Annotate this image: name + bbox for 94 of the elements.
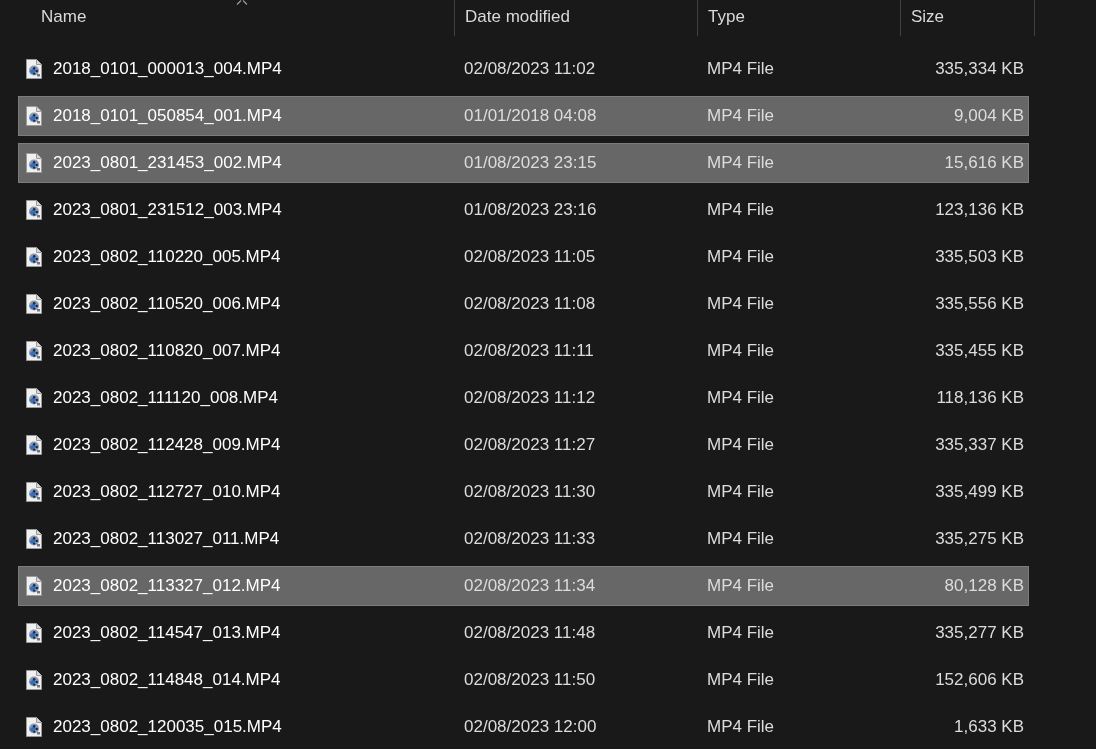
file-type: MP4 File: [707, 58, 775, 80]
date-modified: 02/08/2023 11:48: [464, 622, 596, 644]
file-name: 2023_0802_111120_008.MP4: [53, 387, 278, 409]
date-modified: 02/08/2023 11:50: [464, 669, 596, 691]
video-file-icon: [26, 576, 42, 596]
file-name: 2023_0802_114848_014.MP4: [53, 669, 281, 691]
file-name: 2023_0802_120035_015.MP4: [53, 716, 282, 738]
date-modified: 01/01/2018 04:08: [464, 105, 597, 127]
file-row[interactable]: 2023_0802_113327_012.MP4 02/08/2023 11:34 MP4 File 80,128 KB: [18, 566, 1029, 606]
video-file-icon: [26, 670, 42, 690]
column-header[interactable]: Date modified: [465, 6, 570, 28]
file-type: MP4 File: [707, 434, 775, 456]
date-modified: 02/08/2023 11:12: [464, 387, 596, 409]
file-row[interactable]: 2023_0802_110520_006.MP4 02/08/2023 11:08 MP4 File 335,556 KB: [18, 284, 1029, 324]
file-name: 2023_0801_231512_003.MP4: [53, 199, 282, 221]
video-file-icon: [26, 623, 42, 643]
file-size: 152,606 KB: [935, 669, 1024, 691]
file-row[interactable]: 2023_0801_231453_002.MP4 01/08/2023 23:15 MP4 File 15,616 KB: [18, 143, 1029, 183]
file-row[interactable]: 2023_0802_112727_010.MP4 02/08/2023 11:30 MP4 File 335,499 KB: [18, 472, 1029, 512]
file-name: 2023_0802_110520_006.MP4: [53, 293, 281, 315]
file-size: 335,455 KB: [935, 340, 1024, 362]
file-row[interactable]: 2023_0802_110220_005.MP4 02/08/2023 11:05 MP4 File 335,503 KB: [18, 237, 1029, 277]
file-name: 2023_0802_112428_009.MP4: [53, 434, 281, 456]
video-file-icon: [26, 388, 42, 408]
video-file-icon: [26, 247, 42, 267]
file-type: MP4 File: [707, 387, 775, 409]
file-row[interactable]: 2023_0802_112428_009.MP4 02/08/2023 11:27 MP4 File 335,337 KB: [18, 425, 1029, 465]
file-type: MP4 File: [707, 622, 775, 644]
column-header[interactable]: Name: [41, 6, 87, 28]
file-name: 2018_0101_050854_001.MP4: [53, 105, 282, 127]
video-file-icon: [26, 59, 42, 79]
file-row[interactable]: 2023_0802_111120_008.MP4 02/08/2023 11:12 MP4 File 118,136 KB: [18, 378, 1029, 418]
column-header[interactable]: Size: [911, 6, 945, 28]
file-type: MP4 File: [707, 152, 775, 174]
date-modified: 02/08/2023 11:08: [464, 293, 596, 315]
date-modified: 02/08/2023 11:11: [464, 340, 594, 362]
date-modified: 02/08/2023 11:27: [464, 434, 596, 456]
video-file-icon: [26, 717, 42, 737]
video-file-icon: [26, 294, 42, 314]
file-type: MP4 File: [707, 575, 775, 597]
date-modified: 02/08/2023 11:33: [464, 528, 596, 550]
file-size: 118,136 KB: [936, 387, 1024, 409]
file-size: 335,499 KB: [935, 481, 1024, 503]
file-name: 2023_0802_113327_012.MP4: [53, 575, 281, 597]
file-type: MP4 File: [707, 669, 775, 691]
file-row[interactable]: 2023_0802_113027_011.MP4 02/08/2023 11:33 MP4 File 335,275 KB: [18, 519, 1029, 559]
file-type: MP4 File: [707, 105, 775, 127]
video-file-icon: [26, 341, 42, 361]
file-type: MP4 File: [707, 293, 775, 315]
date-modified: 02/08/2023 11:34: [464, 575, 596, 597]
file-row[interactable]: 2023_0802_120035_015.MP4 02/08/2023 12:00 MP4 File 1,633 KB: [18, 707, 1029, 747]
file-type: MP4 File: [707, 246, 775, 268]
video-file-icon: [26, 435, 42, 455]
file-size: 1,633 KB: [954, 716, 1024, 738]
file-name: 2018_0101_000013_004.MP4: [53, 58, 282, 80]
file-size: 335,275 KB: [935, 528, 1024, 550]
video-file-icon: [26, 529, 42, 549]
date-modified: 02/08/2023 11:02: [464, 58, 596, 80]
column-header[interactable]: Type: [708, 6, 745, 28]
file-row[interactable]: 2023_0802_114848_014.MP4 02/08/2023 11:50 MP4 File 152,606 KB: [18, 660, 1029, 700]
file-row[interactable]: 2023_0802_114547_013.MP4 02/08/2023 11:48 MP4 File 335,277 KB: [18, 613, 1029, 653]
file-size: 335,503 KB: [935, 246, 1024, 268]
file-size: 9,004 KB: [954, 105, 1024, 127]
file-name: 2023_0802_113027_011.MP4: [53, 528, 280, 550]
file-size: 335,337 KB: [935, 434, 1024, 456]
file-size: 123,136 KB: [935, 199, 1024, 221]
file-type: MP4 File: [707, 340, 775, 362]
file-name: 2023_0801_231453_002.MP4: [53, 152, 282, 174]
file-type: MP4 File: [707, 199, 775, 221]
date-modified: 02/08/2023 11:30: [464, 481, 596, 503]
file-name: 2023_0802_114547_013.MP4: [53, 622, 281, 644]
file-row[interactable]: 2023_0801_231512_003.MP4 01/08/2023 23:16 MP4 File 123,136 KB: [18, 190, 1029, 230]
file-row[interactable]: 2023_0802_110820_007.MP4 02/08/2023 11:11 MP4 File 335,455 KB: [18, 331, 1029, 371]
file-type: MP4 File: [707, 716, 775, 738]
file-size: 15,616 KB: [944, 152, 1024, 174]
file-row[interactable]: 2018_0101_050854_001.MP4 01/01/2018 04:08 MP4 File 9,004 KB: [18, 96, 1029, 136]
file-size: 80,128 KB: [944, 575, 1024, 597]
file-size: 335,334 KB: [935, 58, 1024, 80]
file-type: MP4 File: [707, 481, 775, 503]
file-name: 2023_0802_110220_005.MP4: [53, 246, 281, 268]
date-modified: 01/08/2023 23:15: [464, 152, 597, 174]
video-file-icon: [26, 482, 42, 502]
date-modified: 02/08/2023 12:00: [464, 716, 597, 738]
date-modified: 01/08/2023 23:16: [464, 199, 597, 221]
video-file-icon: [26, 106, 42, 126]
file-name: 2023_0802_112727_010.MP4: [53, 481, 281, 503]
video-file-icon: [26, 200, 42, 220]
file-row[interactable]: 2018_0101_000013_004.MP4 02/08/2023 11:02 MP4 File 335,334 KB: [18, 49, 1029, 89]
file-size: 335,556 KB: [935, 293, 1024, 315]
file-name: 2023_0802_110820_007.MP4: [53, 340, 281, 362]
video-file-icon: [26, 153, 42, 173]
date-modified: 02/08/2023 11:05: [464, 246, 596, 268]
file-type: MP4 File: [707, 528, 775, 550]
file-size: 335,277 KB: [935, 622, 1024, 644]
